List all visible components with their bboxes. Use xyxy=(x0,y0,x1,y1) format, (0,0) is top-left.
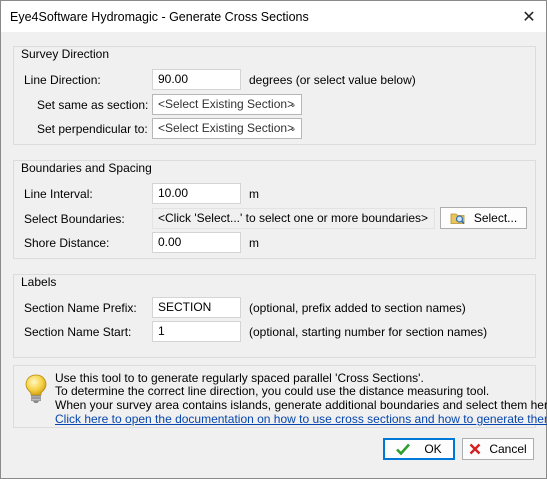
prefix-label: Section Name Prefix: xyxy=(24,301,137,315)
ok-button-label: OK xyxy=(424,442,442,456)
same-as-section-dropdown[interactable]: <Select Existing Section> ⌄ xyxy=(152,94,302,115)
start-hint: (optional, starting number for section n… xyxy=(249,325,488,339)
line-interval-input[interactable]: 10.00 xyxy=(152,183,241,204)
dialog-window: Eye4Software Hydromagic - Generate Cross… xyxy=(0,0,547,479)
prefix-input[interactable]: SECTION xyxy=(152,297,241,318)
lightbulb-icon xyxy=(25,374,47,403)
line-direction-input[interactable]: 90.00 xyxy=(152,69,241,90)
perpendicular-value: <Select Existing Section> xyxy=(158,121,295,135)
start-label: Section Name Start: xyxy=(24,325,132,339)
chevron-down-icon: ⌄ xyxy=(288,123,297,134)
prefix-hint: (optional, prefix added to section names… xyxy=(249,301,466,315)
shore-distance-unit: m xyxy=(249,236,259,250)
group-title-survey: Survey Direction xyxy=(21,47,110,61)
select-button-label: Select... xyxy=(473,211,518,225)
cancel-button[interactable]: Cancel xyxy=(462,438,534,460)
select-boundaries-label: Select Boundaries: xyxy=(24,212,125,226)
info-line-3: When your survey area contains islands, … xyxy=(55,398,547,412)
line-direction-hint: degrees (or select value below) xyxy=(249,73,416,87)
folder-search-icon xyxy=(450,213,465,225)
boundaries-display: <Click 'Select...' to select one or more… xyxy=(152,208,435,229)
info-box: Use this tool to to generate regularly s… xyxy=(13,365,547,428)
line-interval-unit: m xyxy=(249,187,259,201)
same-as-section-label: Set same as section: xyxy=(37,98,149,112)
chevron-down-icon: ⌄ xyxy=(288,99,297,110)
close-button[interactable]: ✕ xyxy=(512,1,546,32)
cancel-button-label: Cancel xyxy=(489,442,527,456)
cancel-x-icon xyxy=(469,443,481,455)
labels-group: Labels xyxy=(13,274,536,358)
ok-button[interactable]: OK xyxy=(383,438,455,460)
start-input[interactable]: 1 xyxy=(152,321,241,342)
title-bar: Eye4Software Hydromagic - Generate Cross… xyxy=(1,1,546,32)
window-title: Eye4Software Hydromagic - Generate Cross… xyxy=(10,10,309,24)
perpendicular-label: Set perpendicular to: xyxy=(37,122,148,136)
shore-distance-label: Shore Distance: xyxy=(24,236,110,250)
close-icon: ✕ xyxy=(522,8,536,26)
shore-distance-input[interactable]: 0.00 xyxy=(152,232,241,253)
info-line-1: Use this tool to to generate regularly s… xyxy=(55,371,424,385)
group-title-boundaries: Boundaries and Spacing xyxy=(21,161,152,175)
same-as-section-value: <Select Existing Section> xyxy=(158,97,295,111)
line-direction-label: Line Direction: xyxy=(24,73,101,87)
documentation-link[interactable]: Click here to open the documentation on … xyxy=(55,412,547,426)
checkmark-icon xyxy=(396,443,411,455)
select-boundaries-button[interactable]: Select... xyxy=(440,207,527,229)
line-interval-label: Line Interval: xyxy=(24,187,93,201)
perpendicular-dropdown[interactable]: <Select Existing Section> ⌄ xyxy=(152,118,302,139)
group-title-labels: Labels xyxy=(21,275,57,289)
info-line-2: To determine the correct line direction,… xyxy=(55,384,490,398)
